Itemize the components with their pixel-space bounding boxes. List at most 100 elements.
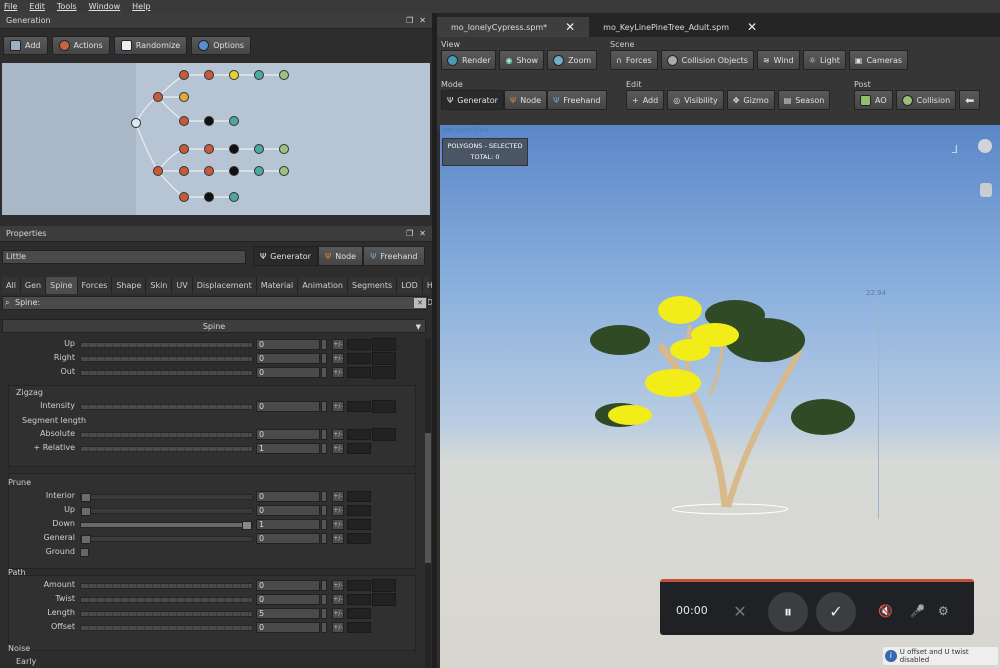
offset-slider[interactable] bbox=[80, 625, 253, 631]
absolute-curve-graph[interactable] bbox=[372, 428, 396, 441]
collision-button[interactable]: Collision bbox=[895, 90, 957, 110]
amount-curve[interactable] bbox=[347, 580, 371, 591]
length-value-field[interactable]: 5 bbox=[256, 608, 320, 619]
season-button[interactable]: ▤ Season bbox=[777, 90, 831, 110]
prune-up-curve[interactable] bbox=[347, 505, 371, 516]
amount-slider[interactable] bbox=[80, 583, 253, 589]
graph-node[interactable] bbox=[279, 70, 289, 80]
out-curve[interactable] bbox=[347, 367, 371, 378]
cancel-recording-button[interactable]: ✕ bbox=[720, 592, 760, 632]
offset-spinner[interactable] bbox=[321, 622, 327, 633]
twist-spinner[interactable] bbox=[321, 594, 327, 605]
close-icon[interactable]: ✕ bbox=[419, 16, 426, 25]
intensity-variance-button[interactable]: +/- bbox=[332, 401, 344, 412]
interior-slider[interactable] bbox=[80, 493, 253, 502]
out-curve-graph[interactable] bbox=[372, 366, 396, 379]
close-icon[interactable]: ✕ bbox=[565, 20, 575, 34]
offset-value-field[interactable]: 0 bbox=[256, 622, 320, 633]
tab-spine[interactable]: Spine bbox=[46, 277, 78, 294]
graph-node[interactable] bbox=[229, 192, 239, 202]
out-spinner[interactable] bbox=[321, 367, 327, 378]
absolute-spinner[interactable] bbox=[321, 429, 327, 440]
general-spinner[interactable] bbox=[321, 533, 327, 544]
offset-variance-button[interactable]: +/- bbox=[332, 622, 344, 633]
down-value-field[interactable]: 1 bbox=[256, 519, 320, 530]
generation-graph[interactable] bbox=[2, 63, 430, 215]
graph-node[interactable] bbox=[229, 166, 239, 176]
zoom-button[interactable]: Zoom bbox=[547, 50, 598, 70]
confirm-recording-button[interactable]: ✓ bbox=[816, 592, 856, 632]
amount-value-field[interactable]: 0 bbox=[256, 580, 320, 591]
relative-value-field[interactable]: 1 bbox=[256, 443, 320, 454]
general-curve[interactable] bbox=[347, 533, 371, 544]
offset-curve[interactable] bbox=[347, 622, 371, 633]
interior-curve[interactable] bbox=[347, 491, 371, 502]
tab-uv[interactable]: UV bbox=[172, 277, 193, 294]
length-slider[interactable] bbox=[80, 611, 253, 617]
absolute-variance-button[interactable]: +/- bbox=[332, 429, 344, 440]
length-curve[interactable] bbox=[347, 608, 371, 619]
graph-node[interactable] bbox=[179, 166, 189, 176]
3d-viewport[interactable]: perspective POLYGONS - SELECTED TOTAL: 0… bbox=[440, 125, 1000, 668]
doc-tab-lonely-cypress[interactable]: mo_lonelyCypress.spm* ✕ bbox=[437, 17, 590, 37]
graph-node[interactable] bbox=[279, 166, 289, 176]
doc-tab-keyline-pine[interactable]: mo_KeyLinePineTree_Adult.spm ✕ bbox=[589, 17, 771, 37]
menu-edit[interactable]: Edit bbox=[29, 2, 45, 11]
relative-curve[interactable] bbox=[347, 443, 371, 454]
graph-root-node[interactable] bbox=[131, 118, 141, 128]
down-slider[interactable] bbox=[80, 521, 253, 530]
mode-generator-button[interactable]: Ψ Generator bbox=[253, 246, 318, 266]
absolute-slider[interactable] bbox=[80, 432, 253, 438]
twist-variance-button[interactable]: +/- bbox=[332, 594, 344, 605]
graph-node[interactable] bbox=[279, 144, 289, 154]
graph-node[interactable] bbox=[254, 70, 264, 80]
properties-scrollbar[interactable] bbox=[425, 338, 431, 668]
down-curve[interactable] bbox=[347, 519, 371, 530]
gizmo-button[interactable]: ✥ Gizmo bbox=[726, 90, 775, 110]
tab-all[interactable]: All bbox=[2, 277, 21, 294]
prune-up-spinner[interactable] bbox=[321, 505, 327, 516]
prune-up-value-field[interactable]: 0 bbox=[256, 505, 320, 516]
forces-button[interactable]: ∩ Forces bbox=[610, 50, 658, 70]
intensity-spinner[interactable] bbox=[321, 401, 327, 412]
twist-slider[interactable] bbox=[80, 597, 253, 603]
right-variance-button[interactable]: +/- bbox=[332, 353, 344, 364]
graph-node[interactable] bbox=[204, 166, 214, 176]
render-button[interactable]: Render bbox=[441, 50, 497, 70]
add-button[interactable]: Add bbox=[3, 35, 48, 55]
settings-gear-icon[interactable]: ⚙ bbox=[938, 604, 949, 618]
out-slider[interactable] bbox=[80, 370, 253, 376]
up-curve-graph[interactable] bbox=[372, 338, 396, 351]
graph-node[interactable] bbox=[254, 166, 264, 176]
out-value-field[interactable]: 0 bbox=[256, 367, 320, 378]
twist-value-field[interactable]: 0 bbox=[256, 594, 320, 605]
graph-node[interactable] bbox=[179, 116, 189, 126]
twist-curve-graph[interactable] bbox=[372, 593, 396, 606]
float-icon[interactable]: ❐ bbox=[406, 229, 413, 238]
interior-variance-button[interactable]: +/- bbox=[332, 491, 344, 502]
graph-node[interactable] bbox=[229, 116, 239, 126]
microphone-muted-icon[interactable]: 🎤 bbox=[910, 604, 925, 618]
down-variance-button[interactable]: +/- bbox=[332, 519, 344, 530]
intensity-curve-graph[interactable] bbox=[372, 400, 396, 413]
graph-node[interactable] bbox=[179, 192, 189, 202]
tab-material[interactable]: Material bbox=[257, 277, 299, 294]
right-spinner[interactable] bbox=[321, 353, 327, 364]
down-spinner[interactable] bbox=[321, 519, 327, 530]
relative-slider[interactable] bbox=[80, 446, 253, 452]
tab-displacement[interactable]: Displacement bbox=[193, 277, 257, 294]
twist-curve[interactable] bbox=[347, 594, 371, 605]
relative-spinner[interactable] bbox=[321, 443, 327, 454]
menu-help[interactable]: Help bbox=[132, 2, 150, 11]
graph-node[interactable] bbox=[229, 144, 239, 154]
prune-up-slider[interactable] bbox=[80, 507, 253, 516]
menu-window[interactable]: Window bbox=[89, 2, 121, 11]
general-value-field[interactable]: 0 bbox=[256, 533, 320, 544]
amount-variance-button[interactable]: +/- bbox=[332, 580, 344, 591]
amount-curve-graph[interactable] bbox=[372, 579, 396, 592]
up-curve[interactable] bbox=[347, 339, 371, 350]
float-icon[interactable]: ❐ bbox=[406, 16, 413, 25]
ground-checkbox[interactable] bbox=[80, 548, 89, 557]
cameras-button[interactable]: ▣ Cameras bbox=[848, 50, 909, 70]
intensity-slider[interactable] bbox=[80, 404, 253, 410]
